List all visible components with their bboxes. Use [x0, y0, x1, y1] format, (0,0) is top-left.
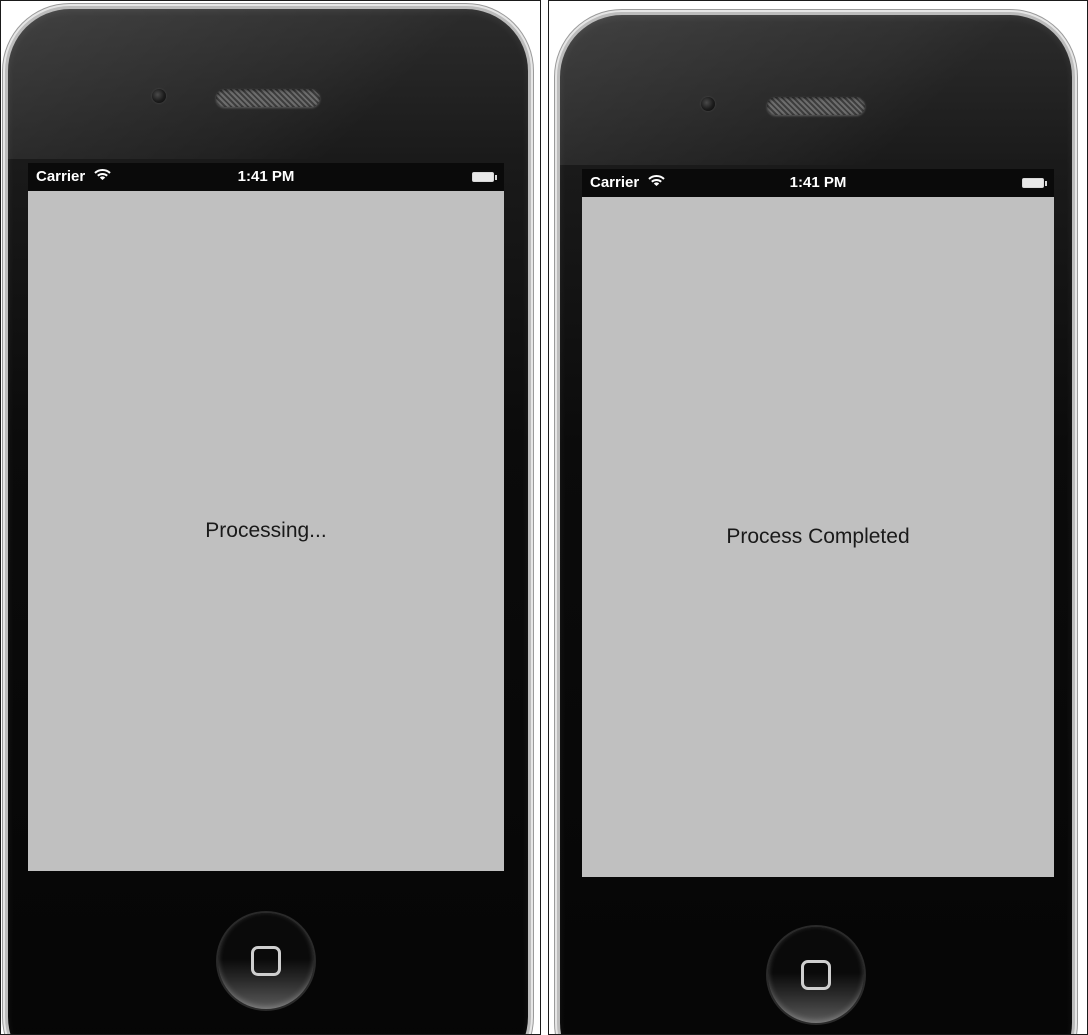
app-screen: Process Completed [582, 197, 1054, 877]
status-time: 1:41 PM [237, 168, 295, 185]
battery-icon [1022, 178, 1047, 188]
simulator-processing: Carrier 1:41 PM Processing... [0, 0, 541, 1035]
earpiece-speaker [216, 89, 320, 107]
status-label: Process Completed [726, 525, 910, 548]
status-bar: Carrier 1:41 PM [582, 169, 1054, 197]
home-button[interactable] [768, 927, 864, 1023]
earpiece-speaker [767, 97, 865, 115]
battery-icon [472, 172, 497, 182]
simulator-completed: Carrier 1:41 PM Process Completed [548, 0, 1088, 1035]
status-label: Processing... [205, 519, 327, 542]
front-camera [701, 97, 715, 111]
home-button[interactable] [218, 913, 314, 1009]
iphone-device: Carrier 1:41 PM Processing... [8, 9, 528, 1034]
app-screen: Processing... [28, 191, 504, 871]
home-button-icon [251, 946, 281, 976]
status-time: 1:41 PM [789, 174, 847, 191]
status-bar: Carrier 1:41 PM [28, 163, 504, 191]
iphone-device: Carrier 1:41 PM Process Completed [560, 15, 1072, 1034]
home-button-icon [801, 960, 831, 990]
front-camera [152, 89, 166, 103]
